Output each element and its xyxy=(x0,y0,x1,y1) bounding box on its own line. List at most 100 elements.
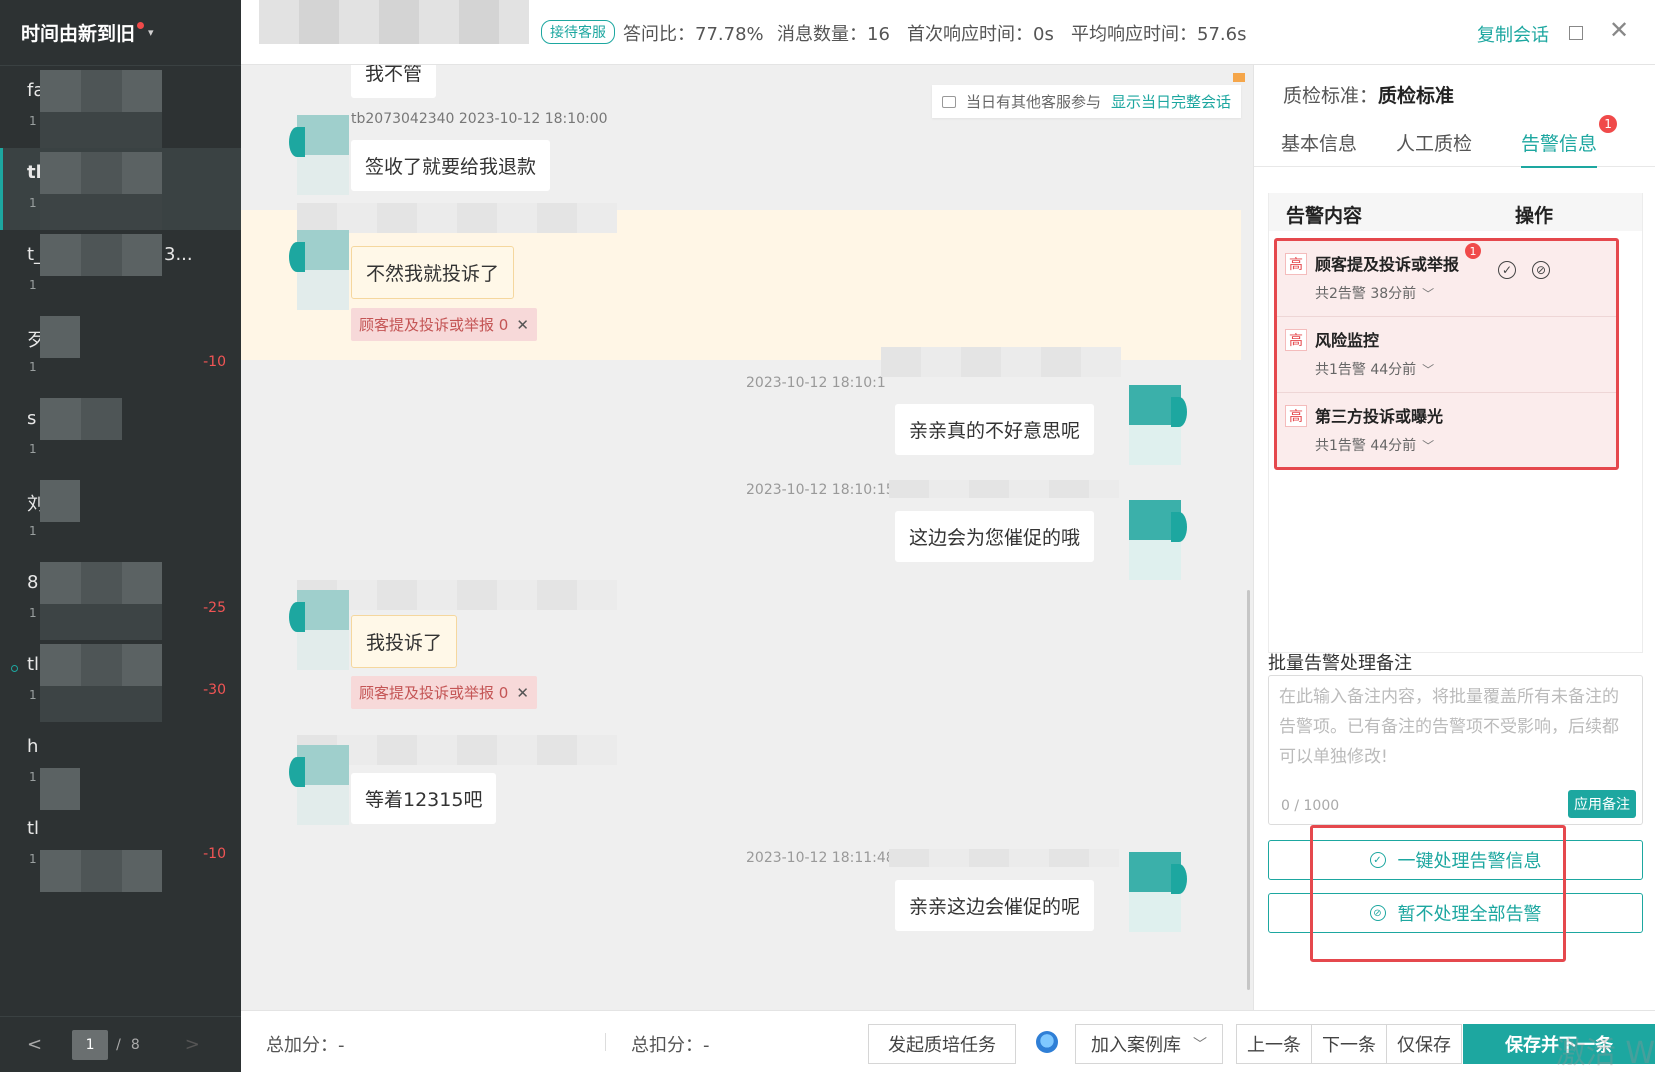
session-item[interactable]: fa 1 xyxy=(0,66,241,148)
online-status-icon xyxy=(11,665,18,672)
char-counter: 0 / 1000 xyxy=(1281,798,1340,814)
blurred-sender xyxy=(889,480,1119,498)
alert-summary[interactable]: 共1告警 44分前 ﹀ xyxy=(1315,359,1434,379)
close-icon[interactable]: ✕ xyxy=(516,316,529,334)
alert-title: 风险监控 xyxy=(1315,331,1380,350)
one-click-label: 一键处理告警信息 xyxy=(1397,851,1542,872)
session-item[interactable]: s 1 xyxy=(0,394,241,476)
alert-summary-text: 共1告警 44分前 xyxy=(1315,438,1417,454)
message-timestamp: 2023-10-12 18:11:48 xyxy=(746,850,895,866)
tab-basic-info[interactable]: 基本信息 xyxy=(1281,129,1357,156)
customer-avatar xyxy=(289,115,349,195)
session-name: s xyxy=(27,408,37,429)
qc-standard: 质检标准：质检标准 xyxy=(1283,81,1454,108)
session-count: 1 xyxy=(29,688,37,702)
save-only-button[interactable]: 仅保存 xyxy=(1386,1024,1462,1064)
blurred-avatar xyxy=(40,644,162,686)
start-training-task-button[interactable]: 发起质培任务 xyxy=(868,1024,1016,1064)
session-name: h xyxy=(27,736,39,757)
batch-note-box: 0 / 1000 应用备注 xyxy=(1268,675,1643,825)
blurred-avatar xyxy=(40,70,162,112)
session-score: -10 xyxy=(203,846,226,862)
qc-standard-value[interactable]: 质检标准 xyxy=(1378,85,1454,107)
sender-line: tb2073042340 2023-10-12 18:10:00 xyxy=(351,111,608,127)
page-total: 8 xyxy=(130,1036,140,1053)
save-and-next-button[interactable]: 保存并下一条 xyxy=(1463,1024,1655,1064)
prev-button[interactable]: 上一条 xyxy=(1236,1024,1312,1064)
alert-list-highlight: 高 顾客提及投诉或举报 1 共2告警 38分前 ﹀ ✓ ⊘ 高 风险监控 共1告警… xyxy=(1274,238,1619,470)
message-timestamp: 2023-10-12 18:10:15 xyxy=(746,482,895,498)
sort-dropdown[interactable]: 时间由新到旧 ▾ xyxy=(0,0,241,66)
blurred-sender xyxy=(881,347,1121,377)
blurred-avatar xyxy=(40,480,80,522)
alert-summary[interactable]: 共1告警 44分前 ﹀ xyxy=(1315,435,1434,455)
chevron-right-icon[interactable]: > xyxy=(185,1034,200,1055)
skip-all-alerts-button[interactable]: ⊘ 暂不处理全部告警 xyxy=(1268,893,1643,933)
notification-dot xyxy=(137,22,145,29)
alert-row[interactable]: 高 风险监控 共1告警 44分前 ﹀ xyxy=(1277,317,1616,393)
customer-avatar xyxy=(289,745,349,825)
alert-tag-label: 顾客提及投诉或举报 0 xyxy=(359,316,509,334)
close-icon[interactable]: ✕ xyxy=(1609,18,1629,42)
divider xyxy=(605,1033,606,1051)
session-item[interactable]: tl 1 -10 xyxy=(0,804,241,892)
add-to-case-library-dropdown[interactable]: 加入案例库 ﹀ xyxy=(1075,1024,1223,1064)
assistant-bot-icon[interactable] xyxy=(1036,1031,1058,1053)
ignore-circle-icon[interactable]: ⊘ xyxy=(1532,261,1550,279)
session-item[interactable]: t_ 3... 1 xyxy=(0,230,241,312)
message-bubble: 我投诉了 xyxy=(351,615,458,668)
session-count: 1 xyxy=(29,278,37,292)
page-current[interactable]: 1 xyxy=(72,1029,109,1060)
blurred-avatar xyxy=(40,234,162,276)
chat-area[interactable]: 当日有其他客服参与 显示当日完整会话 我不管 tb2073042340 2023… xyxy=(241,65,1253,1010)
alert-summary-text: 共1告警 44分前 xyxy=(1315,362,1417,378)
alert-level-badge: 高 xyxy=(1285,405,1307,427)
session-item[interactable]: 歹 1 -10 xyxy=(0,312,241,394)
session-item[interactable]: 刘 1 xyxy=(0,476,241,558)
copy-conversation-link[interactable]: 复制会话 xyxy=(1477,21,1549,47)
chevron-left-icon[interactable]: < xyxy=(27,1034,42,1055)
alert-row[interactable]: 高 第三方投诉或曝光 共1告警 44分前 ﹀ xyxy=(1277,393,1616,469)
next-button[interactable]: 下一条 xyxy=(1311,1024,1387,1064)
show-full-session-link[interactable]: 显示当日完整会话 xyxy=(1111,91,1231,112)
agent-avatar xyxy=(1129,385,1187,465)
alert-tag-label: 顾客提及投诉或举报 0 xyxy=(359,684,509,702)
total-add-score: 总加分：- xyxy=(266,1035,345,1056)
alert-level-badge: 高 xyxy=(1285,329,1307,351)
session-item[interactable]: h 1 xyxy=(0,722,241,810)
session-item[interactable]: tl 1 -30 xyxy=(0,640,241,722)
alert-title: 第三方投诉或曝光 xyxy=(1315,407,1444,426)
chevron-down-icon: ﹀ xyxy=(1422,287,1435,301)
alert-unread-badge: 1 xyxy=(1465,243,1481,259)
marker-flag xyxy=(1233,73,1245,82)
alert-summary[interactable]: 共2告警 38分前 ﹀ xyxy=(1315,283,1434,303)
alert-row[interactable]: 高 顾客提及投诉或举报 1 共2告警 38分前 ﹀ ✓ ⊘ xyxy=(1277,241,1616,317)
close-icon[interactable]: ✕ xyxy=(516,684,529,702)
apply-note-button[interactable]: 应用备注 xyxy=(1568,790,1636,818)
session-score: -30 xyxy=(203,682,226,698)
message-timestamp: 2023-10-12 18:10:1 xyxy=(746,375,886,391)
session-item-active[interactable]: tl 1 xyxy=(0,148,241,230)
session-count: 1 xyxy=(29,360,37,374)
alert-table-header: 告警内容 操作 xyxy=(1269,193,1642,231)
blurred-avatar xyxy=(40,562,162,604)
blurred-detail xyxy=(40,686,162,722)
one-click-handle-alerts-button[interactable]: ✓ 一键处理告警信息 xyxy=(1268,840,1643,880)
pagination: < 1 / 8 > xyxy=(0,1016,241,1072)
maximize-icon[interactable] xyxy=(1569,26,1583,40)
message-bubble: 亲亲真的不好意思呢 xyxy=(895,404,1095,455)
chat-scrollbar[interactable] xyxy=(1247,590,1250,990)
batch-note-input[interactable] xyxy=(1279,682,1634,782)
session-count: 1 xyxy=(29,442,37,456)
blurred-avatar xyxy=(40,152,162,194)
blurred-sender xyxy=(889,849,1119,867)
blurred-avatar xyxy=(40,850,162,892)
session-item[interactable]: 8 1 -25 xyxy=(0,558,241,640)
check-circle-icon[interactable]: ✓ xyxy=(1498,261,1516,279)
blurred-detail xyxy=(40,194,162,230)
alert-level-badge: 高 xyxy=(1285,253,1307,275)
tab-alerts[interactable]: 告警信息 1 xyxy=(1521,115,1618,168)
panel-tabs: 基本信息 人工质检 告警信息 1 xyxy=(1254,115,1655,168)
tab-manual-qc[interactable]: 人工质检 xyxy=(1396,129,1472,156)
session-count: 1 xyxy=(29,524,37,538)
